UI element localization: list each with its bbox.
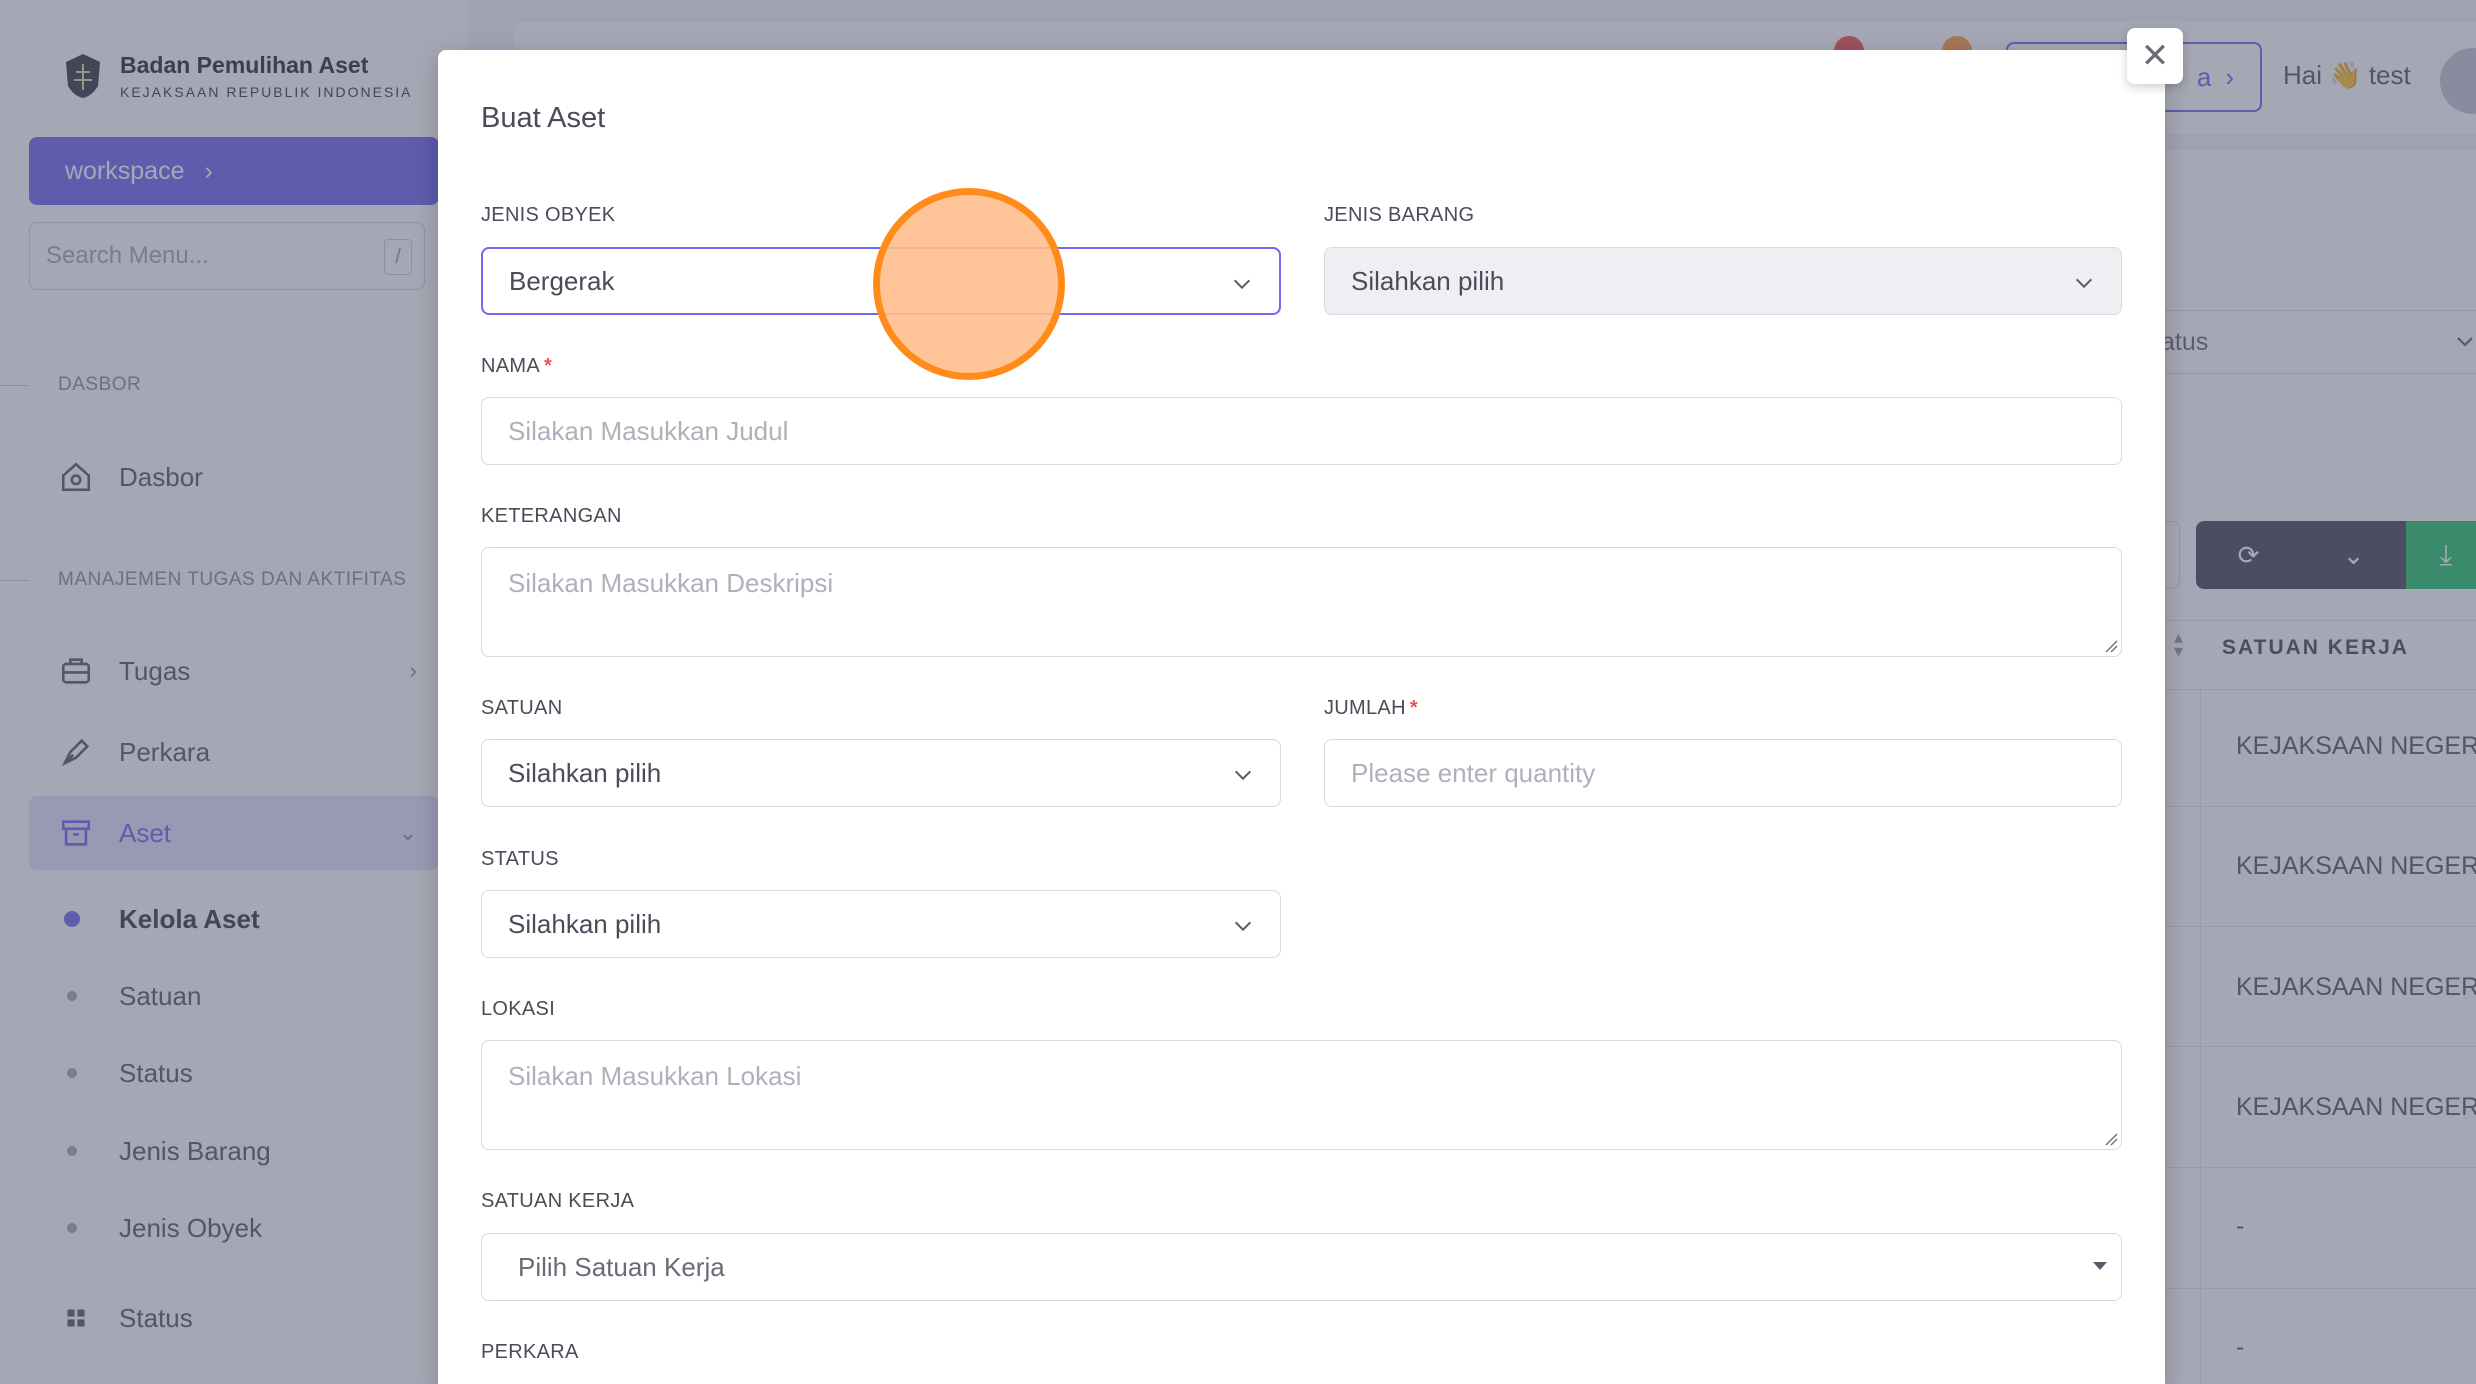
nama-input[interactable]: Silakan Masukkan Judul xyxy=(481,397,2122,465)
status-label: STATUS xyxy=(481,848,559,870)
chevron-down-icon xyxy=(2075,278,2093,289)
satuan-kerja-select[interactable]: Pilih Satuan Kerja xyxy=(481,1233,2122,1301)
jenis-barang-value: Silahkan pilih xyxy=(1351,265,1505,296)
modal-title: Buat Aset xyxy=(481,102,606,134)
jenis-obyek-value: Bergerak xyxy=(509,265,615,296)
required-marker: * xyxy=(1409,697,1418,719)
jumlah-label-text: JUMLAH xyxy=(1324,697,1406,719)
lokasi-placeholder: Silakan Masukkan Lokasi xyxy=(508,1061,802,1091)
lokasi-textarea[interactable]: Silakan Masukkan Lokasi xyxy=(481,1040,2122,1150)
chevron-down-icon xyxy=(1234,770,1252,781)
jumlah-placeholder: Please enter quantity xyxy=(1351,757,1596,788)
create-asset-modal: Buat Aset JENIS OBYEK Bergerak JENIS BAR… xyxy=(438,50,2165,1384)
click-indicator xyxy=(873,188,1065,380)
satuan-value: Silahkan pilih xyxy=(508,757,662,788)
resize-handle-icon[interactable] xyxy=(2104,639,2118,653)
jenis-obyek-label: JENIS OBYEK xyxy=(481,204,616,226)
satuan-kerja-label: SATUAN KERJA xyxy=(481,1190,635,1212)
status-select[interactable]: Silahkan pilih xyxy=(481,890,1281,958)
status-value: Silahkan pilih xyxy=(508,908,662,939)
nama-label-text: NAMA xyxy=(481,355,540,377)
satuan-select[interactable]: Silahkan pilih xyxy=(481,739,1281,807)
perkara-label: PERKARA xyxy=(481,1341,579,1363)
satuan-kerja-value: Pilih Satuan Kerja xyxy=(518,1251,725,1282)
satuan-label: SATUAN xyxy=(481,697,563,719)
resize-handle-icon[interactable] xyxy=(2104,1132,2118,1146)
chevron-down-icon xyxy=(1234,921,1252,932)
keterangan-placeholder: Silakan Masukkan Deskripsi xyxy=(508,568,834,598)
close-icon: ✕ xyxy=(2140,37,2170,75)
jumlah-label: JUMLAH * xyxy=(1324,697,1418,720)
close-button[interactable]: ✕ xyxy=(2127,28,2183,84)
keterangan-label: KETERANGAN xyxy=(481,505,622,527)
jenis-barang-select[interactable]: Silahkan pilih xyxy=(1324,247,2122,315)
jumlah-input[interactable]: Please enter quantity xyxy=(1324,739,2122,807)
caret-down-icon xyxy=(2093,1262,2107,1270)
jenis-barang-label: JENIS BARANG xyxy=(1324,204,1475,226)
nama-label: NAMA * xyxy=(481,355,552,378)
required-marker: * xyxy=(543,355,553,377)
chevron-down-icon xyxy=(1233,279,1251,290)
lokasi-label: LOKASI xyxy=(481,998,556,1020)
keterangan-textarea[interactable]: Silakan Masukkan Deskripsi xyxy=(481,547,2122,657)
nama-placeholder: Silakan Masukkan Judul xyxy=(508,415,789,446)
